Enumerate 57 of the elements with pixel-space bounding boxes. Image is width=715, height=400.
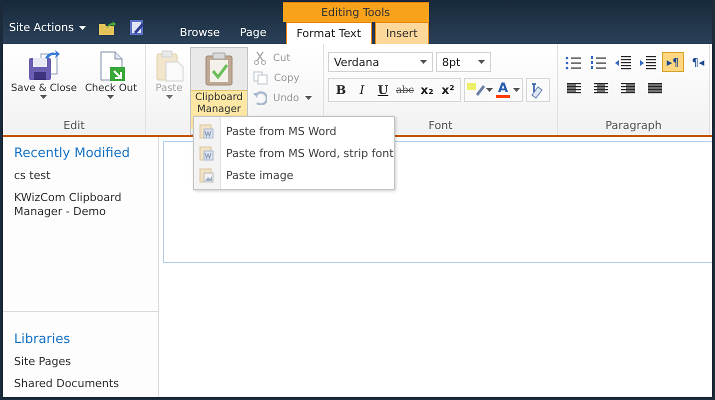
align-left-icon <box>567 83 581 94</box>
sup-button[interactable]: x² <box>438 80 458 100</box>
site-actions-menu[interactable]: Site Actions <box>3 21 92 44</box>
nav-heading[interactable]: Libraries <box>14 332 147 347</box>
highlight-icon[interactable] <box>466 82 485 98</box>
ribbon-button[interactable]: Save & Close <box>7 47 81 117</box>
paste-icon <box>154 50 184 82</box>
ribbon-tab[interactable]: Format Text <box>286 22 372 44</box>
ribbon-button[interactable]: Check Out <box>80 47 142 117</box>
bold-button[interactable]: B <box>331 80 351 100</box>
menu-item[interactable]: Paste from MS Word, strip font <box>194 142 394 164</box>
copy-icon <box>253 71 268 85</box>
scissors-icon <box>253 51 267 65</box>
menu-item[interactable]: Paste image <box>194 164 394 186</box>
font-name-dropdown[interactable]: Verdana <box>328 52 433 72</box>
ribbon-tab[interactable]: Page <box>230 22 276 44</box>
paste-word-icon <box>199 123 214 139</box>
editing-tools-header: Editing Tools <box>282 2 429 22</box>
strike-button[interactable]: abc <box>394 80 416 100</box>
caret-icon <box>478 60 485 64</box>
justify-icon <box>648 83 662 94</box>
page-edit-icon[interactable] <box>128 18 146 36</box>
ribbon-tab[interactable]: Browse <box>170 22 230 44</box>
caret-icon <box>166 95 172 99</box>
font-size-dropdown[interactable]: 8pt <box>436 52 491 72</box>
outdent-icon <box>615 56 631 69</box>
align-right-icon <box>621 83 635 94</box>
bullets-icon <box>566 56 581 69</box>
rtl-button[interactable]: ¶◂ <box>687 52 709 72</box>
folder-arrow-icon[interactable] <box>98 20 116 36</box>
nav-link[interactable]: Site Pages <box>14 355 147 369</box>
nav-link[interactable]: Shared Documents <box>14 377 147 391</box>
caret-icon <box>512 88 520 92</box>
group-label: Paragraph <box>604 118 663 134</box>
numbering-icon <box>591 56 606 68</box>
ltr-button[interactable]: ▸¶ <box>662 52 684 72</box>
paste-image-icon <box>199 167 214 183</box>
caret-icon <box>107 95 114 99</box>
save-icon <box>26 50 61 82</box>
undo-icon <box>253 91 267 105</box>
nav-link[interactable]: KWizCom Clipboard Manager - Demo <box>14 191 147 219</box>
ribbon-tab[interactable]: Insert <box>375 22 429 44</box>
caret-icon <box>40 95 48 99</box>
nav-heading[interactable]: Recently Modified <box>14 146 147 161</box>
align-center-icon <box>594 83 608 94</box>
caret-icon <box>305 96 312 100</box>
caret-icon <box>78 26 86 30</box>
indent-icon <box>640 56 656 69</box>
italic-button[interactable]: I <box>352 80 372 100</box>
nav-link[interactable]: cs test <box>14 169 147 183</box>
clipboard-check-icon <box>204 52 234 86</box>
underline-button[interactable]: U <box>373 80 393 100</box>
group-label: Edit <box>62 118 86 134</box>
paste-word-icon <box>199 145 214 161</box>
caret-icon <box>486 88 493 92</box>
sub-button[interactable]: x₂ <box>416 80 437 100</box>
caret-icon <box>420 60 427 64</box>
